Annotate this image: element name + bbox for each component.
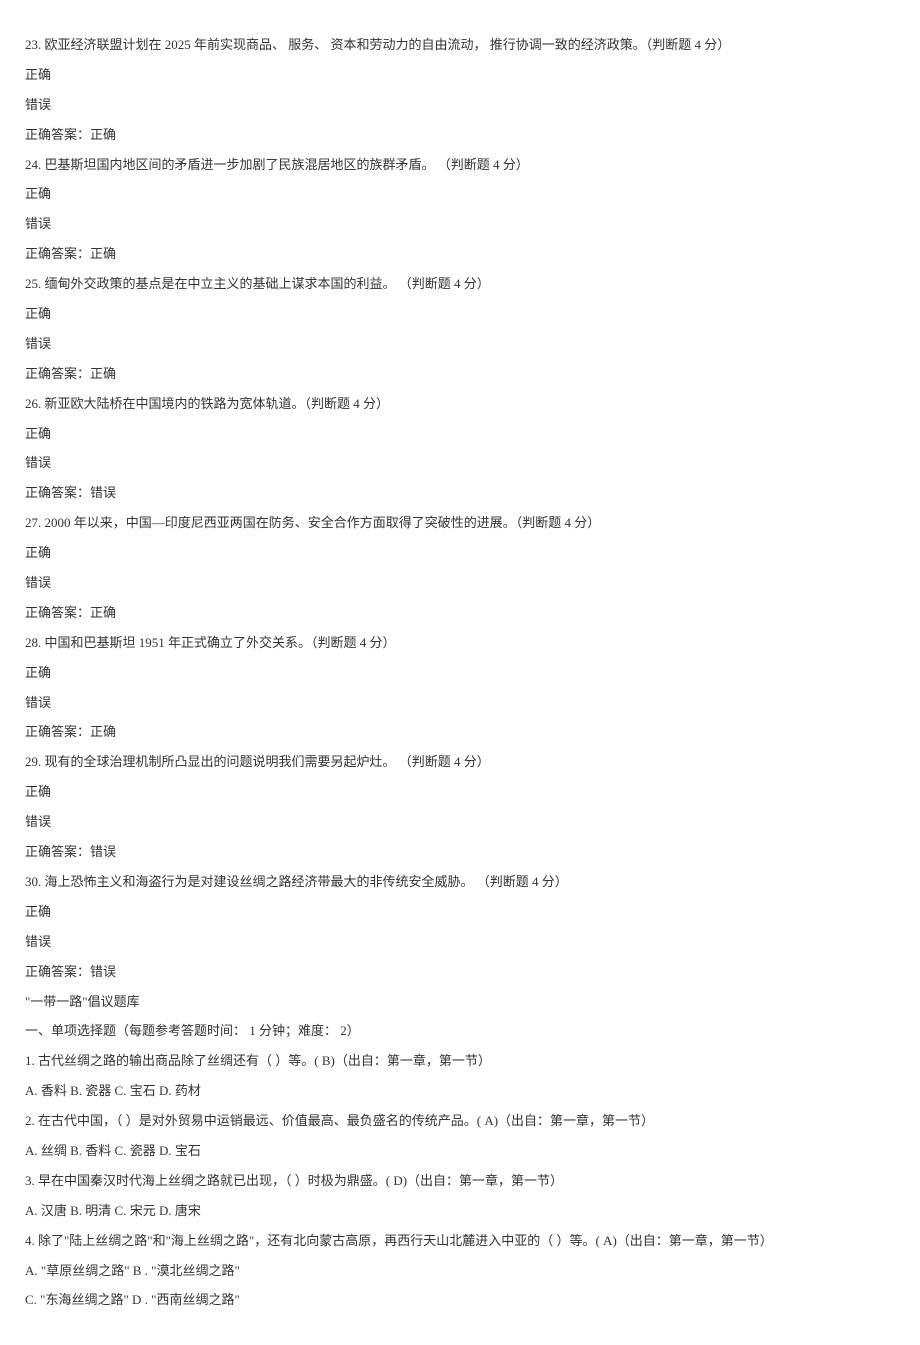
question-number: 24: [25, 157, 38, 172]
section-title: "一带一路"倡议题库: [25, 987, 895, 1017]
option-false[interactable]: 错误: [25, 807, 895, 837]
option-true[interactable]: 正确: [25, 897, 895, 927]
question-body: . 巴基斯坦国内地区间的矛盾进一步加剧了民族混居地区的族群矛盾。 （判断题 4 …: [38, 157, 529, 172]
question-number: 27: [25, 515, 38, 530]
question-body: . 新亚欧大陆桥在中国境内的铁路为宽体轨道。（判断题 4 分）: [38, 396, 389, 411]
option-true[interactable]: 正确: [25, 538, 895, 568]
option-true[interactable]: 正确: [25, 60, 895, 90]
mc-options[interactable]: A. 丝绸 B. 香料 C. 瓷器 D. 宝石: [25, 1136, 895, 1166]
mc-options-line1[interactable]: A. "草原丝绸之路" B . "漠北丝绸之路": [25, 1256, 895, 1286]
option-false[interactable]: 错误: [25, 209, 895, 239]
question-text: 27. 2000 年以来，中国—印度尼西亚两国在防务、安全合作方面取得了突破性的…: [25, 508, 895, 538]
question-body: . 欧亚经济联盟计划在 2025 年前实现商品、 服务、 资本和劳动力的自由流动…: [38, 37, 730, 52]
question-body: . 缅甸外交政策的基点是在中立主义的基础上谋求本国的利益。 （判断题 4 分）: [38, 276, 490, 291]
question-number: 23: [25, 37, 38, 52]
question-body: . 古代丝绸之路的输出商品除了丝绸还有（ ）等。( B)（出自：第一章，第一节）: [32, 1053, 491, 1068]
question-text: 30. 海上恐怖主义和海盗行为是对建设丝绸之路经济带最大的非传统安全威胁。 （判…: [25, 867, 895, 897]
option-false[interactable]: 错误: [25, 688, 895, 718]
mc-question-text: 2. 在古代中国，（ ）是对外贸易中运销最远、价值最高、最负盛名的传统产品。( …: [25, 1106, 895, 1136]
option-true[interactable]: 正确: [25, 777, 895, 807]
question-text: 25. 缅甸外交政策的基点是在中立主义的基础上谋求本国的利益。 （判断题 4 分…: [25, 269, 895, 299]
question-body: . 在古代中国，（ ）是对外贸易中运销最远、价值最高、最负盛名的传统产品。( A…: [32, 1113, 655, 1128]
question-number: 29: [25, 754, 38, 769]
mc-question-text: 1. 古代丝绸之路的输出商品除了丝绸还有（ ）等。( B)（出自：第一章，第一节…: [25, 1046, 895, 1076]
question-text: 28. 中国和巴基斯坦 1951 年正式确立了外交关系。（判断题 4 分）: [25, 628, 895, 658]
question-number: 30: [25, 874, 38, 889]
option-false[interactable]: 错误: [25, 329, 895, 359]
question-body: . 现有的全球治理机制所凸显出的问题说明我们需要另起炉灶。 （判断题 4 分）: [38, 754, 490, 769]
option-false[interactable]: 错误: [25, 448, 895, 478]
option-true[interactable]: 正确: [25, 299, 895, 329]
option-false[interactable]: 错误: [25, 927, 895, 957]
question-body: . 中国和巴基斯坦 1951 年正式确立了外交关系。（判断题 4 分）: [38, 635, 396, 650]
question-text: 23. 欧亚经济联盟计划在 2025 年前实现商品、 服务、 资本和劳动力的自由…: [25, 30, 895, 60]
question-number: 26: [25, 396, 38, 411]
option-false[interactable]: 错误: [25, 90, 895, 120]
option-true[interactable]: 正确: [25, 419, 895, 449]
question-text: 26. 新亚欧大陆桥在中国境内的铁路为宽体轨道。（判断题 4 分）: [25, 389, 895, 419]
correct-answer: 正确答案：正确: [25, 717, 895, 747]
correct-answer: 正确答案：正确: [25, 120, 895, 150]
mc-question-text: 3. 早在中国秦汉时代海上丝绸之路就已出现，（ ）时极为鼎盛。( D)（出自：第…: [25, 1166, 895, 1196]
correct-answer: 正确答案：错误: [25, 837, 895, 867]
option-false[interactable]: 错误: [25, 568, 895, 598]
question-number: 28: [25, 635, 38, 650]
correct-answer: 正确答案：错误: [25, 478, 895, 508]
question-body: . 2000 年以来，中国—印度尼西亚两国在防务、安全合作方面取得了突破性的进展…: [38, 515, 600, 530]
question-body: . 早在中国秦汉时代海上丝绸之路就已出现，（ ）时极为鼎盛。( D)（出自：第一…: [32, 1173, 564, 1188]
correct-answer: 正确答案：正确: [25, 239, 895, 269]
correct-answer: 正确答案：错误: [25, 957, 895, 987]
question-text: 24. 巴基斯坦国内地区间的矛盾进一步加剧了民族混居地区的族群矛盾。 （判断题 …: [25, 150, 895, 180]
question-text: 29. 现有的全球治理机制所凸显出的问题说明我们需要另起炉灶。 （判断题 4 分…: [25, 747, 895, 777]
question-number: 25: [25, 276, 38, 291]
question-body: . 海上恐怖主义和海盗行为是对建设丝绸之路经济带最大的非传统安全威胁。 （判断题…: [38, 874, 568, 889]
mc-section-header: 一、单项选择题（每题参考答题时间： 1 分钟；难度： 2）: [25, 1016, 895, 1046]
option-true[interactable]: 正确: [25, 179, 895, 209]
question-body: . 除了"陆上丝绸之路"和"海上丝绸之路"，还有北向蒙古高原，再西行天山北麓进入…: [32, 1233, 773, 1248]
option-true[interactable]: 正确: [25, 658, 895, 688]
mc-question-text: 4. 除了"陆上丝绸之路"和"海上丝绸之路"，还有北向蒙古高原，再西行天山北麓进…: [25, 1226, 895, 1256]
mc-options-line2[interactable]: C. "东海丝绸之路" D . "西南丝绸之路": [25, 1285, 895, 1315]
mc-options[interactable]: A. 汉唐 B. 明清 C. 宋元 D. 唐宋: [25, 1196, 895, 1226]
correct-answer: 正确答案：正确: [25, 598, 895, 628]
correct-answer: 正确答案：正确: [25, 359, 895, 389]
mc-options[interactable]: A. 香料 B. 瓷器 C. 宝石 D. 药材: [25, 1076, 895, 1106]
